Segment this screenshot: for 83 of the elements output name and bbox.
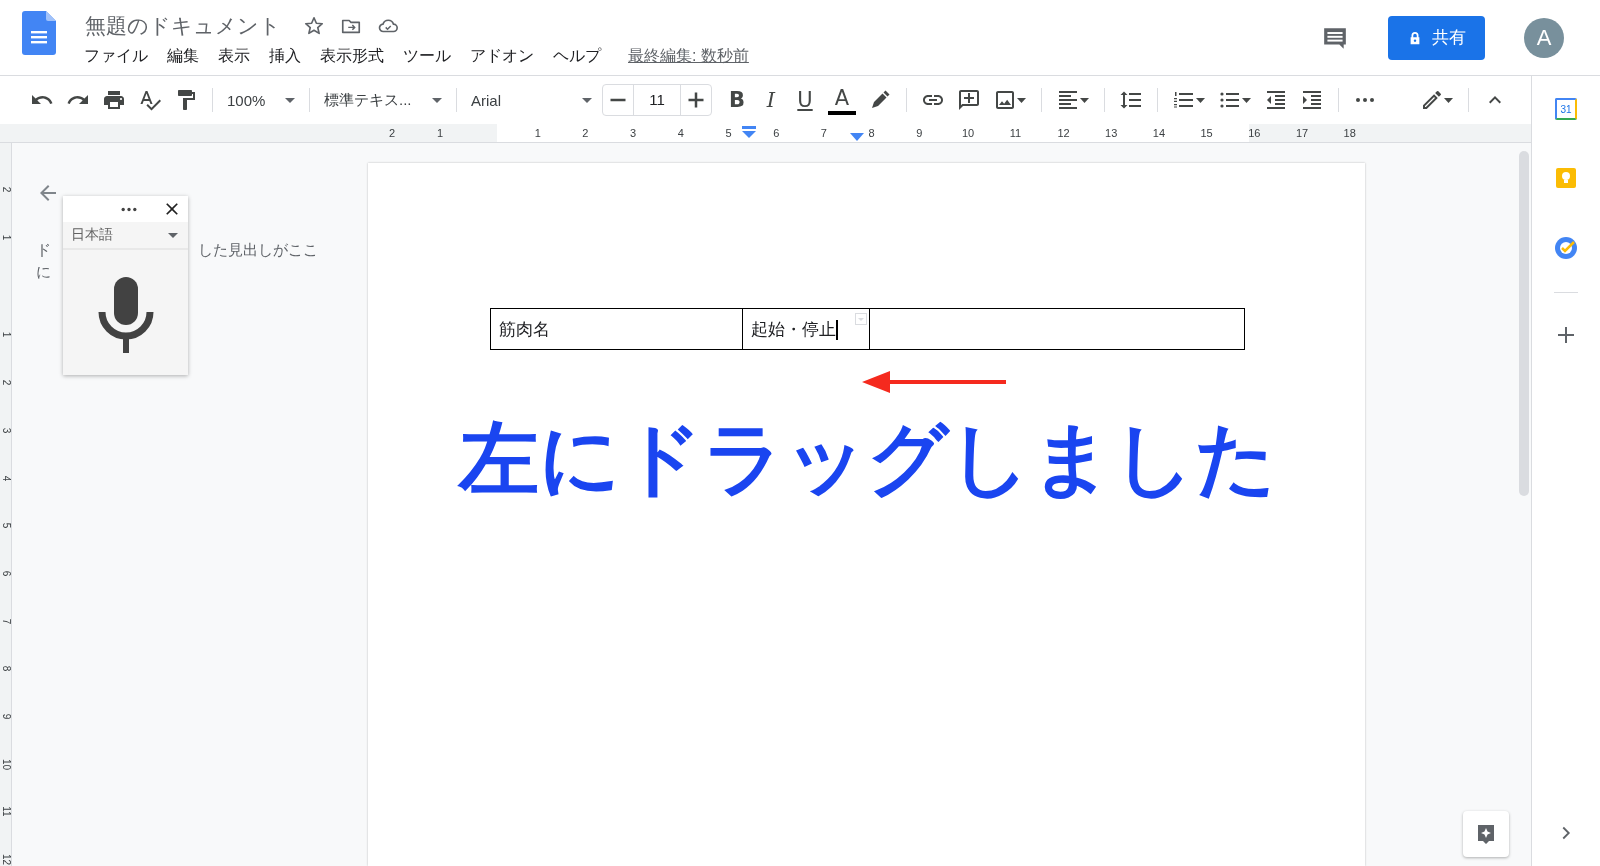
ruler-number: 16 <box>1248 127 1259 139</box>
calendar-icon[interactable]: 31 <box>1555 98 1577 120</box>
ruler-number: 6 <box>0 569 12 579</box>
ruler-number: 8 <box>0 665 12 674</box>
decrease-indent-icon[interactable] <box>1264 88 1288 112</box>
menu-item[interactable]: アドオン <box>470 46 534 67</box>
outline-text: に <box>36 262 51 282</box>
language-dropdown[interactable]: 日本語 <box>63 222 188 250</box>
ruler-number: 2 <box>0 378 12 388</box>
ruler-number: 7 <box>0 617 12 626</box>
menu-item[interactable]: 編集 <box>167 46 199 67</box>
ruler-number: 17 <box>1295 127 1306 139</box>
menu-item[interactable]: 表示 <box>218 46 250 67</box>
caret-icon <box>285 97 295 103</box>
more-icon[interactable] <box>119 205 139 213</box>
indent-marker-icon[interactable] <box>850 133 864 141</box>
menu-item[interactable]: 挿入 <box>269 46 301 67</box>
italic-button[interactable]: I <box>754 84 788 116</box>
caret-icon <box>582 97 592 103</box>
text-color-button[interactable]: A <box>828 85 856 115</box>
ruler-number: 9 <box>0 712 12 722</box>
explore-button[interactable] <box>1463 811 1509 857</box>
ruler-number: 5 <box>0 521 12 531</box>
ruler-number: 10 <box>0 758 12 771</box>
scrollbar[interactable] <box>1519 151 1529 496</box>
image-icon[interactable] <box>993 88 1027 112</box>
ruler-number: 1 <box>0 233 12 242</box>
ruler-number: 2 <box>581 127 590 139</box>
menu-item[interactable]: ヘルプ <box>553 46 601 67</box>
ruler-number: 11 <box>1009 127 1020 139</box>
microphone-icon[interactable] <box>97 277 154 353</box>
pencil-icon[interactable] <box>1420 88 1454 112</box>
indent-marker-icon[interactable] <box>742 126 756 138</box>
ruler-number: 3 <box>629 127 638 139</box>
document-title[interactable]: 無題のドキュメント <box>85 11 281 40</box>
font-dropdown[interactable]: Arial <box>465 85 598 115</box>
ruler-number: 1 <box>533 127 542 139</box>
table-cell[interactable] <box>869 308 1245 350</box>
ruler-number: 10 <box>962 127 972 139</box>
last-edit-link[interactable]: 最終編集: 数秒前 <box>628 46 749 67</box>
increase-indent-icon[interactable] <box>1300 88 1324 112</box>
ruler-number: 12 <box>1057 127 1068 139</box>
ruler-number: 4 <box>676 127 685 139</box>
star-icon[interactable] <box>303 14 325 37</box>
caret-icon <box>168 232 178 238</box>
ruler-number: 1 <box>0 331 12 340</box>
menu-item[interactable]: ファイル <box>84 46 148 67</box>
ruler-number: 1 <box>435 127 445 139</box>
ruler-number: 7 <box>819 127 828 139</box>
share-button[interactable]: 共有 <box>1388 15 1485 60</box>
outline-text: した見出しがここ <box>198 240 318 260</box>
tasks-icon[interactable] <box>1554 236 1578 260</box>
menu-item[interactable]: ツール <box>403 46 451 67</box>
table-cell[interactable]: 起始・停止 <box>742 308 870 350</box>
ruler-number: 11 <box>0 805 12 818</box>
ruler-number: 4 <box>0 474 12 483</box>
ruler-number: 8 <box>867 127 876 139</box>
add-comment-icon[interactable] <box>957 88 981 112</box>
ruler-number: 13 <box>1105 127 1116 139</box>
annotation-text: 左にドラッグしました <box>456 413 1278 505</box>
zoom-dropdown[interactable]: 100% <box>221 85 301 115</box>
ruler-number: 2 <box>387 127 397 139</box>
docs-logo-icon[interactable] <box>22 10 56 55</box>
spellcheck-icon[interactable] <box>138 88 162 112</box>
ruler-number: 18 <box>1343 127 1354 139</box>
bold-button[interactable]: B <box>720 84 754 116</box>
ruler-number: 12 <box>0 853 12 866</box>
ruler-number: 2 <box>0 185 12 195</box>
menu-item[interactable]: 表示形式 <box>320 46 384 67</box>
ruler-number: 9 <box>915 127 924 139</box>
ruler-number: 3 <box>0 426 12 436</box>
table-cell[interactable]: 筋肉名 <box>490 308 743 350</box>
style-dropdown[interactable]: 標準テキス... <box>318 85 448 115</box>
ruler-number: 15 <box>1200 127 1211 139</box>
text-cursor <box>836 320 838 340</box>
underline-button[interactable]: U <box>788 84 822 116</box>
align-left-icon[interactable] <box>1056 88 1090 112</box>
caret-icon <box>432 97 442 103</box>
outline-text: ド <box>36 240 51 260</box>
ruler-number: 5 <box>724 127 733 139</box>
ruler-number: 6 <box>772 127 781 139</box>
ruler-number: 14 <box>1152 127 1163 139</box>
print-icon[interactable] <box>102 88 126 112</box>
